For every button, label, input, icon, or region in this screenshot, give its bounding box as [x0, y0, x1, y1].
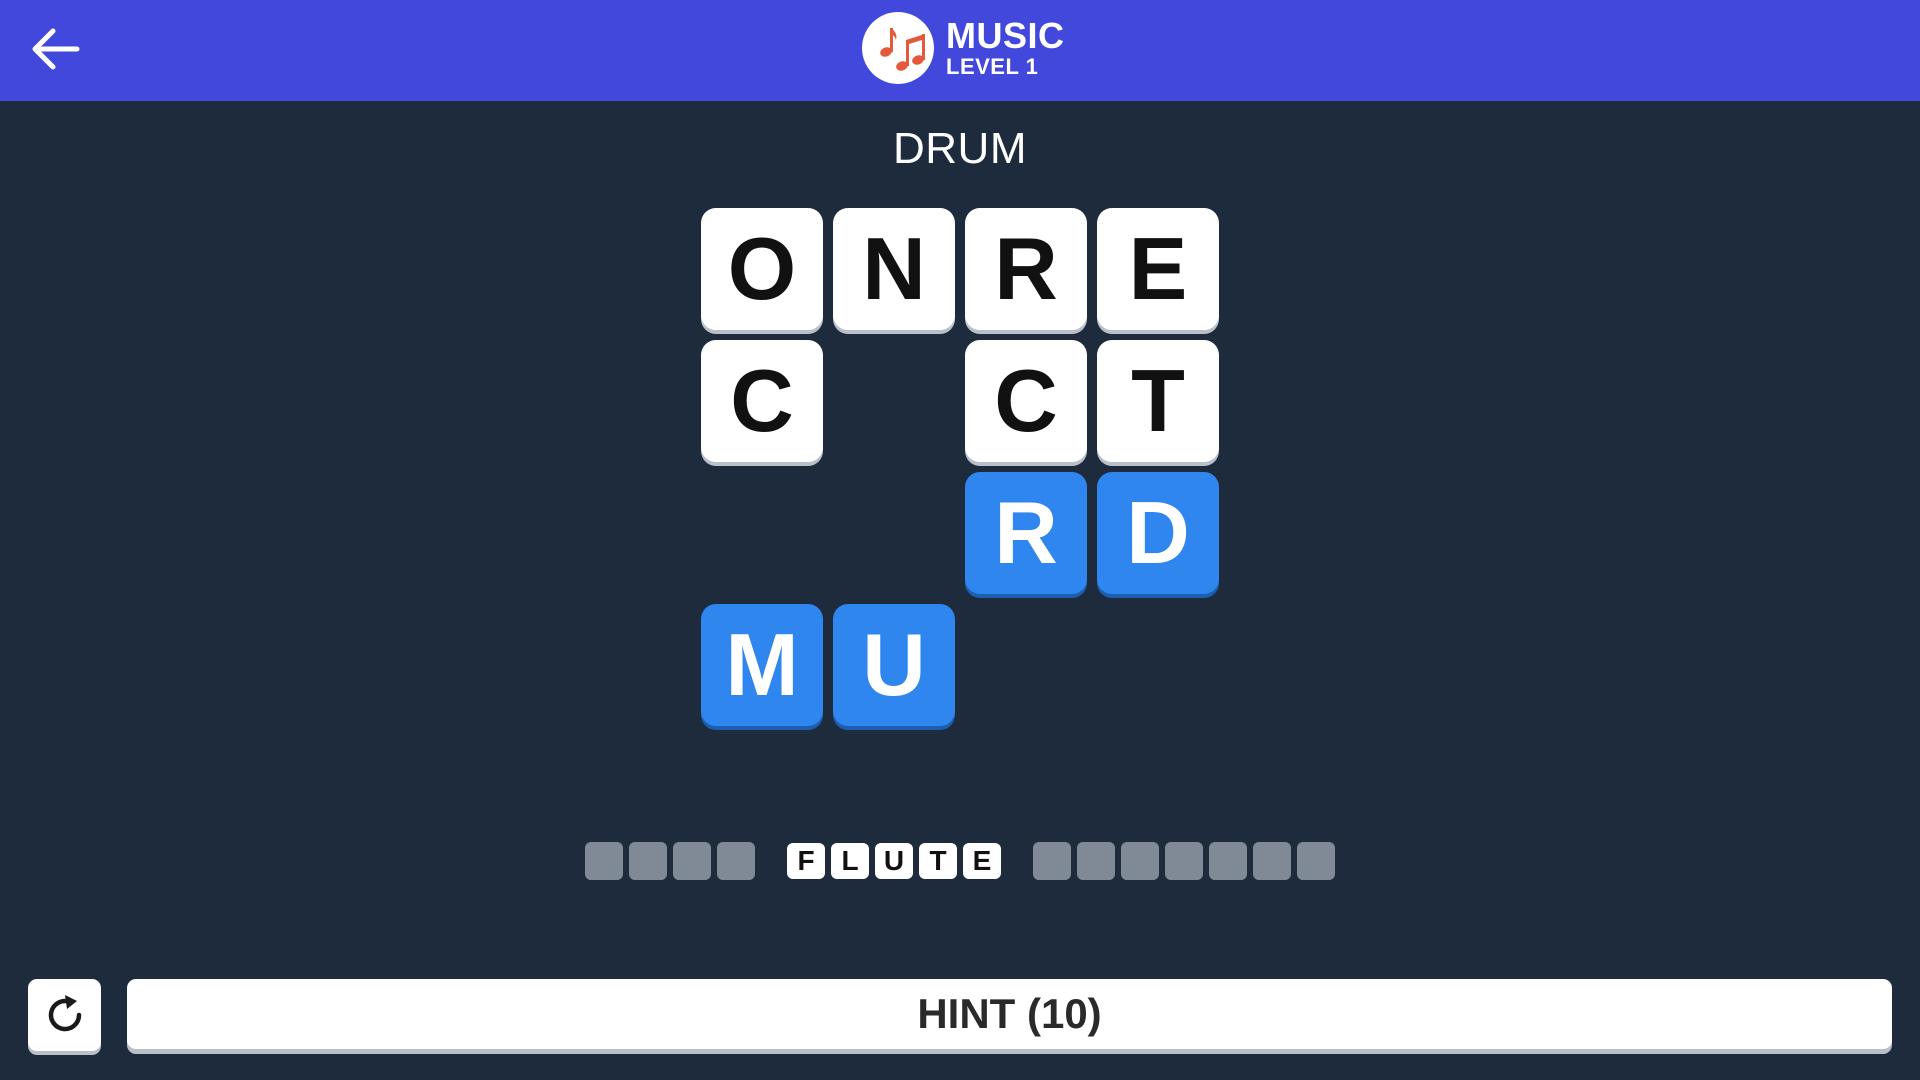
word-progress: FLUTE — [0, 842, 1920, 880]
revealed-letter: U — [875, 843, 913, 879]
letter-grid: ONRECCTRDMU — [701, 208, 1221, 728]
letter-tile[interactable]: O — [701, 208, 823, 330]
revealed-letter: E — [963, 843, 1001, 879]
letter-tile[interactable]: C — [965, 340, 1087, 462]
arrow-left-icon — [32, 28, 80, 70]
refresh-icon — [48, 995, 81, 1032]
level-title: MUSIC LEVEL 1 — [946, 18, 1065, 78]
empty-slot — [585, 842, 623, 880]
empty-slot — [1297, 842, 1335, 880]
back-button[interactable] — [22, 18, 88, 80]
letter-tile[interactable]: C — [701, 340, 823, 462]
answer-word: FLUTE — [784, 843, 1004, 879]
empty-slot — [1077, 842, 1115, 880]
answer-word — [582, 842, 758, 880]
revealed-letter: T — [919, 843, 957, 879]
revealed-letter: F — [787, 843, 825, 879]
category-name: MUSIC — [946, 15, 1065, 56]
reset-button[interactable] — [28, 979, 101, 1051]
empty-slot — [1033, 842, 1071, 880]
empty-slot — [1209, 842, 1247, 880]
letter-tile[interactable]: M — [701, 604, 823, 726]
empty-slot — [1121, 842, 1159, 880]
letter-tile[interactable]: U — [833, 604, 955, 726]
top-bar: MUSIC LEVEL 1 — [0, 0, 1920, 101]
letter-tile[interactable]: T — [1097, 340, 1219, 462]
letter-tile[interactable]: E — [1097, 208, 1219, 330]
empty-slot — [673, 842, 711, 880]
empty-slot — [629, 842, 667, 880]
revealed-letter: L — [831, 843, 869, 879]
letter-tile[interactable]: N — [833, 208, 955, 330]
empty-slot — [1253, 842, 1291, 880]
category-logo — [862, 12, 934, 84]
letter-tile[interactable]: R — [965, 208, 1087, 330]
answer-word — [1030, 842, 1338, 880]
letter-tile[interactable]: R — [965, 472, 1087, 594]
clue-word: DRUM — [893, 124, 1027, 173]
music-notes-icon — [869, 19, 927, 77]
empty-slot — [1165, 842, 1203, 880]
hint-button[interactable]: HINT (10) — [127, 979, 1892, 1049]
empty-slot — [717, 842, 755, 880]
letter-tile[interactable]: D — [1097, 472, 1219, 594]
level-label: LEVEL 1 — [946, 54, 1039, 79]
